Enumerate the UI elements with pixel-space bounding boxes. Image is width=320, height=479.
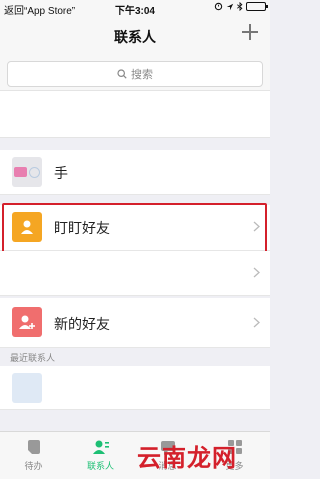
search-placeholder: 搜索	[131, 69, 153, 81]
new-friends-row[interactable]: 新的好友	[0, 298, 270, 348]
group-avatar-icon	[12, 157, 42, 187]
search-input[interactable]: 搜索	[7, 61, 263, 87]
watermark-logo: 云南龙网	[137, 445, 237, 472]
tab-todo[interactable]: 待办	[0, 432, 67, 479]
add-friend-icon	[12, 307, 42, 337]
contact-avatar	[12, 373, 42, 403]
contacts-icon	[92, 440, 109, 454]
battery-icon	[246, 2, 268, 11]
blank-list-item[interactable]	[0, 251, 270, 296]
tab-contacts[interactable]: 联系人	[67, 432, 134, 479]
alarm-icon	[214, 2, 223, 11]
tab-contacts-label: 联系人	[86, 461, 114, 471]
status-indicators	[214, 2, 268, 11]
recent-contacts-header: 最近联系人	[10, 353, 56, 363]
recent-contact-row[interactable]	[0, 366, 270, 410]
add-icon[interactable]	[240, 22, 260, 42]
page-title: 联系人	[114, 29, 156, 45]
search-icon	[117, 69, 127, 79]
new-friends-label: 新的好友	[54, 316, 110, 332]
contact-group-label: 手	[54, 165, 68, 181]
bluetooth-icon	[237, 2, 243, 11]
location-icon	[226, 3, 234, 10]
status-bar: 返回“App Store” 下午3:04	[0, 0, 270, 17]
highlight-box	[2, 203, 267, 253]
chevron-right-icon	[253, 267, 260, 278]
tab-todo-label: 待办	[24, 461, 43, 471]
todo-icon	[27, 440, 40, 454]
nav-bar: 联系人	[0, 16, 270, 56]
blank-row	[0, 90, 270, 138]
chevron-right-icon	[253, 317, 260, 328]
contact-group-row[interactable]: 手	[0, 150, 270, 195]
search-area: 搜索	[0, 56, 270, 90]
